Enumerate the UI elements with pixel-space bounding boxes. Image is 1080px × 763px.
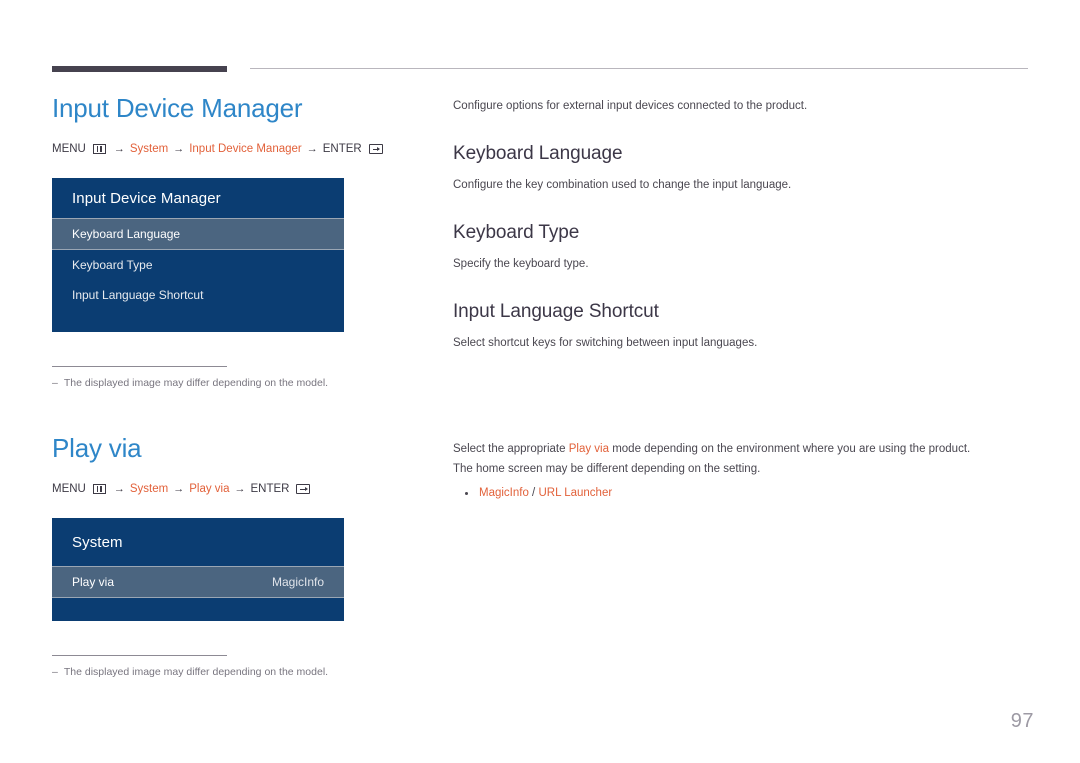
osd-row-label: Keyboard Type	[72, 258, 153, 272]
intro-paragraph: Configure options for external input dev…	[453, 100, 808, 112]
play-via-text-after: mode depending on the environment where …	[609, 443, 971, 455]
header-rule-thick	[52, 66, 227, 72]
osd-header-title: System	[72, 534, 123, 551]
footnote-block-1: – The displayed image may differ dependi…	[52, 366, 432, 390]
play-via-inline-highlight: Play via	[568, 443, 609, 455]
osd-panel-input-device-manager: Input Device Manager Keyboard Language K…	[52, 178, 344, 332]
subsection-desc-input-language-shortcut: Select shortcut keys for switching betwe…	[453, 337, 758, 349]
osd-empty-area	[52, 598, 344, 621]
breadcrumb-arrow-1: →	[113, 143, 125, 155]
footnote-body: The displayed image may differ depending…	[63, 666, 329, 678]
osd-row-play-via[interactable]: Play via MagicInfo	[52, 566, 344, 598]
header-rule-thin	[250, 68, 1028, 69]
osd-row-keyboard-language[interactable]: Keyboard Language	[52, 218, 344, 250]
osd-panel-system: System Play via MagicInfo	[52, 518, 344, 621]
subsection-heading-keyboard-type: Keyboard Type	[453, 222, 580, 243]
osd-row-label: Input Language Shortcut	[72, 288, 204, 302]
page-title-input-device-manager: Input Device Manager	[52, 93, 303, 123]
breadcrumb-play-via: MENU → System → Play via → ENTER	[52, 482, 432, 496]
enter-key-icon	[296, 484, 311, 494]
breadcrumb-arrow-3: →	[306, 143, 318, 155]
subsection-desc-keyboard-type: Specify the keyboard type.	[453, 258, 589, 270]
osd-row-value: MagicInfo	[271, 575, 324, 589]
footnote-block-2: – The displayed image may differ dependi…	[52, 655, 432, 679]
left-column: Input Device Manager MENU → System → Inp…	[52, 92, 432, 679]
play-via-paragraph-line1: Select the appropriate Play via mode dep…	[453, 439, 1029, 459]
subsection-heading-input-language-shortcut: Input Language Shortcut	[453, 301, 659, 322]
breadcrumb-menu-label: MENU	[52, 143, 86, 155]
breadcrumb-enter-label: ENTER	[250, 483, 290, 495]
menu-grid-icon	[92, 144, 106, 154]
footnote-text-2: – The displayed image may differ dependi…	[52, 665, 432, 679]
play-via-option-magicinfo[interactable]: MagicInfo	[479, 487, 529, 499]
breadcrumb-arrow-3: →	[234, 483, 246, 495]
breadcrumb-arrow-2: →	[173, 143, 185, 155]
footnote-dash: –	[52, 377, 58, 389]
menu-grid-icon	[92, 484, 106, 494]
breadcrumb-path-play-via[interactable]: Play via	[189, 482, 229, 496]
play-via-options-list: MagicInfo / URL Launcher	[453, 483, 1029, 503]
breadcrumb-path-system[interactable]: System	[130, 142, 168, 156]
breadcrumb-menu-label: MENU	[52, 483, 86, 495]
enter-key-icon	[368, 144, 383, 154]
osd-row-input-language-shortcut[interactable]: Input Language Shortcut	[52, 280, 344, 310]
footnote-text-1: – The displayed image may differ dependi…	[52, 376, 432, 390]
subsection-heading-keyboard-language: Keyboard Language	[453, 143, 623, 164]
footnote-body: The displayed image may differ depending…	[63, 377, 329, 389]
breadcrumb-path-system[interactable]: System	[130, 482, 168, 496]
subsection-desc-keyboard-language: Configure the key combination used to ch…	[453, 179, 792, 191]
footnote-rule	[52, 366, 227, 367]
play-via-option-url-launcher[interactable]: URL Launcher	[538, 487, 612, 499]
osd-row-label: Keyboard Language	[72, 227, 181, 241]
play-via-paragraph-line2: The home screen may be different dependi…	[453, 463, 761, 475]
right-column-gap	[453, 351, 1029, 439]
play-via-option-separator: /	[528, 487, 539, 499]
breadcrumb-arrow-2: →	[173, 483, 185, 495]
osd-header-title: Input Device Manager	[72, 190, 221, 207]
footnote-dash: –	[52, 666, 58, 678]
page-title-play-via: Play via	[52, 433, 142, 463]
osd-row-label: Play via	[72, 575, 115, 589]
list-item: MagicInfo / URL Launcher	[453, 483, 1029, 503]
osd-row-keyboard-type[interactable]: Keyboard Type	[52, 250, 344, 280]
breadcrumb-input-device-manager: MENU → System → Input Device Manager → E…	[52, 142, 432, 156]
breadcrumb-path-input-device-manager[interactable]: Input Device Manager	[189, 142, 302, 156]
right-column: Configure options for external input dev…	[453, 98, 1029, 503]
play-via-text-before: Select the appropriate	[453, 443, 569, 455]
footnote-rule	[52, 655, 227, 656]
osd-empty-area	[52, 310, 344, 332]
page-number: 97	[1010, 710, 1034, 732]
breadcrumb-arrow-1: →	[113, 483, 125, 495]
breadcrumb-enter-label: ENTER	[322, 143, 362, 155]
